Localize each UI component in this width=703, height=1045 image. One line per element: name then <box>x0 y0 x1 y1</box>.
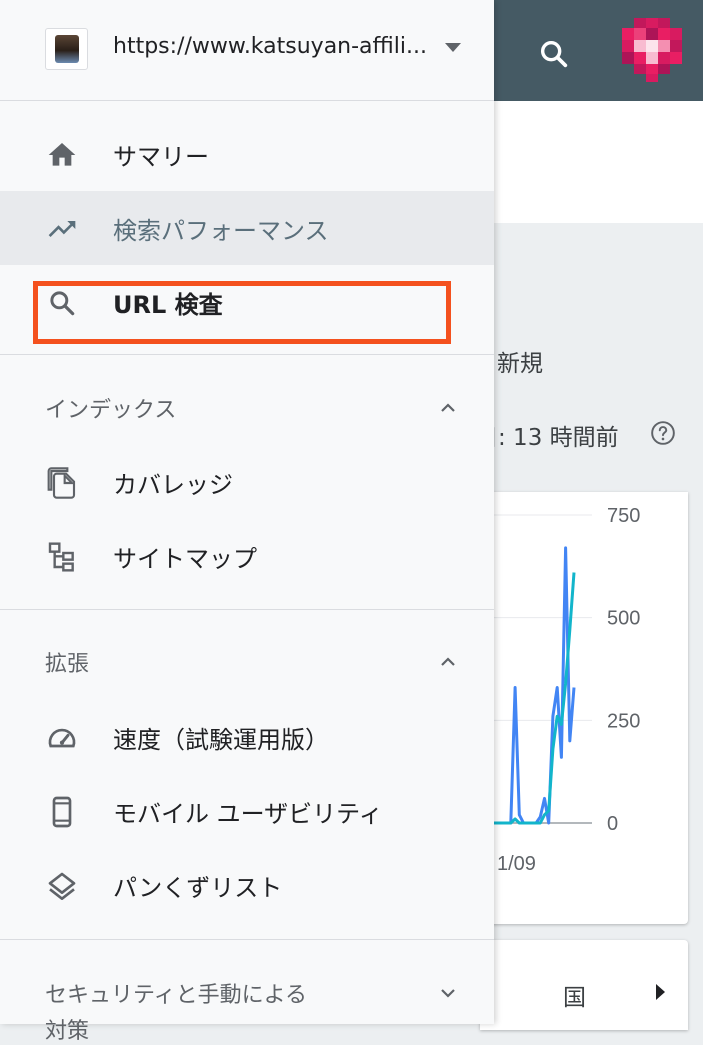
chevron-down-icon[interactable] <box>445 43 461 52</box>
y-tick-label: 500 <box>607 608 640 630</box>
y-tick-label: 750 <box>607 505 640 527</box>
nav-item-search-performance[interactable]: 検索パフォーマンス <box>0 191 494 265</box>
nav-item-sitemaps[interactable]: サイトマップ <box>0 519 494 593</box>
trending-up-icon <box>48 221 76 237</box>
chevron-right-icon[interactable] <box>656 984 665 1000</box>
performance-chart-card: 750 500 250 0 1/09 <box>480 492 688 924</box>
series-line-1 <box>494 546 576 825</box>
section-index-header[interactable]: インデックス <box>0 380 494 436</box>
sitemap-icon <box>48 542 74 572</box>
nav-item-label: パンくずリスト <box>113 874 283 902</box>
y-tick-label: 0 <box>607 813 618 835</box>
nav-item-label: サマリー <box>113 143 209 171</box>
search-icon[interactable] <box>534 34 574 74</box>
nav-item-label: サイトマップ <box>113 545 257 573</box>
nav-item-label: モバイル ユーザビリティ <box>113 800 383 828</box>
navigation-drawer: https://www.katsuyan-affili... サマリー 検索パフ… <box>0 0 494 1044</box>
nav-item-label: 速度（試験運用版） <box>113 726 329 754</box>
section-title: セキュリティと手動による <box>45 983 308 1008</box>
countries-partial-text: 国 <box>563 985 586 1011</box>
file-copy-icon <box>47 467 76 499</box>
header-partial-text: 新規 <box>497 351 543 377</box>
last-updated-text: 日: 13 時間前 <box>475 425 619 451</box>
divider <box>0 939 494 940</box>
section-title: 拡張 <box>45 652 90 677</box>
section-title-line2: 対策 <box>45 1019 90 1044</box>
section-title: インデックス <box>45 398 177 423</box>
divider <box>0 354 494 355</box>
speed-gauge-icon <box>48 728 76 748</box>
divider <box>0 609 494 610</box>
property-selector[interactable]: https://www.katsuyan-affili... <box>0 0 494 101</box>
home-icon <box>48 143 76 166</box>
countries-card: 国 <box>480 940 688 1030</box>
nav-item-summary[interactable]: サマリー <box>0 117 494 191</box>
performance-chart: 750 500 250 0 1/09 <box>480 505 640 875</box>
section-security-header[interactable]: セキュリティと手動による 対策 <box>0 965 494 1044</box>
nav-item-label: カバレッジ <box>113 471 233 499</box>
nav-item-coverage[interactable]: カバレッジ <box>0 445 494 519</box>
nav-item-breadcrumbs[interactable]: パンくずリスト <box>0 848 494 922</box>
site-favicon <box>45 28 88 70</box>
highlight-box <box>33 281 451 344</box>
nav-item-speed[interactable]: 速度（試験運用版） <box>0 700 494 774</box>
summary-card <box>480 101 703 223</box>
nav-item-mobile-usability[interactable]: モバイル ユーザビリティ <box>0 774 494 848</box>
avatar[interactable] <box>618 18 686 82</box>
layers-icon <box>48 872 76 900</box>
nav-item-label: 検索パフォーマンス <box>113 217 329 245</box>
chevron-down-icon <box>441 989 455 998</box>
property-url: https://www.katsuyan-affili... <box>113 34 428 59</box>
chevron-up-icon <box>441 657 455 666</box>
help-circle-icon[interactable] <box>650 420 676 446</box>
chevron-up-icon <box>441 403 455 412</box>
x-tick-label: 1/09 <box>497 853 536 875</box>
y-tick-label: 250 <box>607 710 640 732</box>
section-enhancements-header[interactable]: 拡張 <box>0 634 494 690</box>
smartphone-icon <box>52 796 72 828</box>
